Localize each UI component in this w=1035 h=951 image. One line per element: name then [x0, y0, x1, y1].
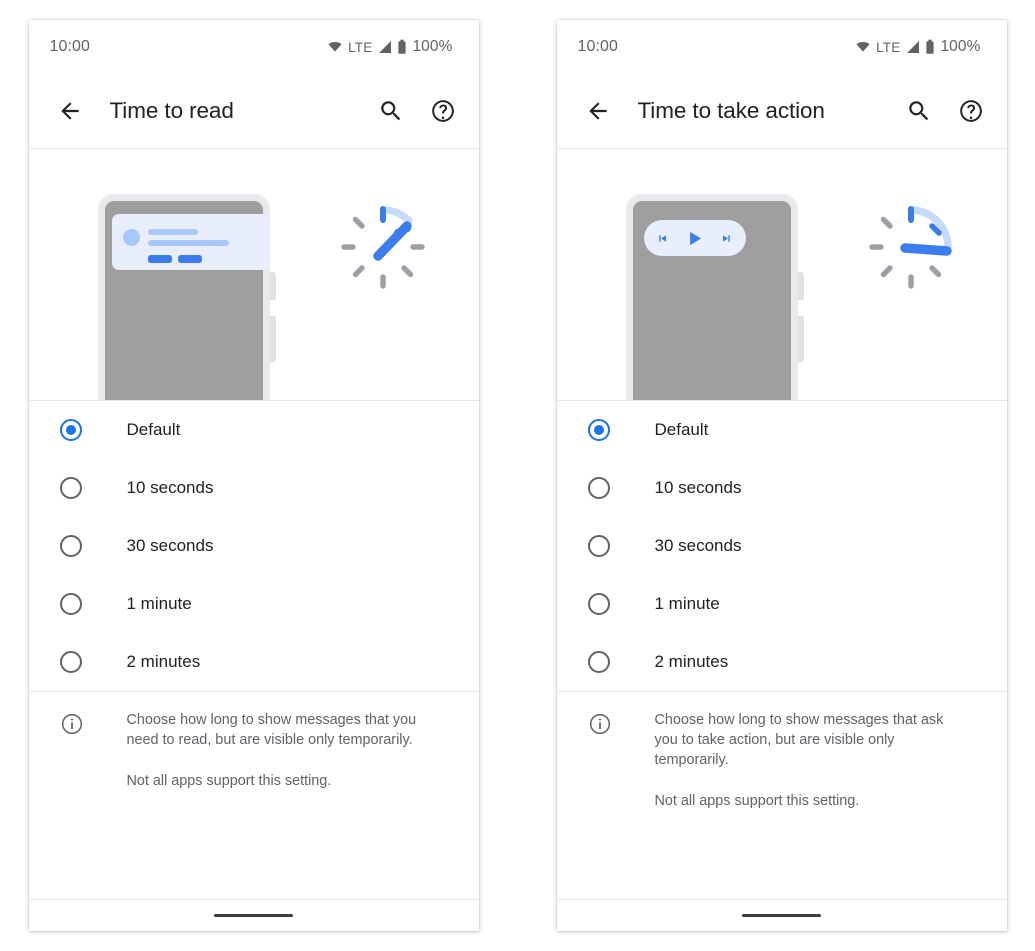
app-bar-actions: [905, 97, 985, 125]
notification-card-mockup: [111, 214, 270, 270]
option-row[interactable]: 2 minutes: [29, 633, 479, 691]
phone-mockup: [625, 194, 806, 400]
info-icon: [60, 712, 84, 899]
app-bar: Time to read: [28, 74, 479, 149]
skip-previous-icon: [656, 232, 669, 245]
radio-button[interactable]: [59, 419, 82, 441]
note-paragraph-secondary: Not all apps support this setting.: [654, 792, 860, 809]
option-row[interactable]: 10 seconds: [29, 459, 479, 517]
note-paragraph-primary: Choose how long to show messages that yo…: [126, 712, 417, 748]
wifi-icon: [327, 39, 343, 55]
app-bar: Time to take action: [556, 74, 1007, 149]
radio-button[interactable]: [59, 651, 82, 673]
radio-button[interactable]: [587, 651, 610, 673]
option-row[interactable]: 30 seconds: [29, 517, 479, 575]
option-label: 1 minute: [654, 594, 720, 613]
radio-button[interactable]: [587, 535, 610, 557]
option-label: Default: [126, 420, 181, 439]
arrow-back-icon[interactable]: [47, 88, 93, 134]
network-type-label: LTE: [348, 39, 373, 55]
option-row[interactable]: 1 minute: [29, 575, 479, 633]
option-row[interactable]: 2 minutes: [557, 633, 1007, 691]
status-bar: 10:00 LTE 100%: [557, 20, 1007, 74]
option-row[interactable]: 30 seconds: [557, 517, 1007, 575]
status-bar-clock: 10:00: [577, 38, 619, 55]
status-bar-clock: 10:00: [49, 38, 91, 55]
info-icon: [588, 712, 612, 899]
home-gesture-handle[interactable]: [214, 914, 293, 917]
wifi-icon: [855, 39, 871, 55]
search-icon[interactable]: [905, 97, 933, 125]
signal-bars-icon: [905, 40, 920, 54]
placeholder-action-button: [177, 255, 202, 263]
option-label: 10 seconds: [126, 478, 214, 497]
option-row[interactable]: 1 minute: [557, 575, 1007, 633]
battery-percent-label: 100%: [940, 38, 981, 55]
placeholder-text-line: [147, 229, 198, 235]
option-row[interactable]: 10 seconds: [557, 459, 1007, 517]
home-gesture-handle[interactable]: [742, 914, 821, 917]
battery-full-icon: [397, 39, 407, 55]
description-note: Choose how long to show messages that yo…: [28, 691, 479, 899]
media-controls-mockup: [643, 220, 746, 256]
options-list: Default 10 seconds 30 seconds 1 minute 2…: [28, 401, 479, 691]
page-title: Time to read: [109, 98, 234, 123]
page-title: Time to take action: [637, 98, 825, 123]
timer-clock-icon: [335, 199, 431, 295]
illustration-area: [28, 149, 479, 401]
option-row[interactable]: Default: [29, 401, 479, 459]
illustration-area: [556, 149, 1007, 401]
phone-side-button: [269, 272, 276, 300]
help-circle-icon[interactable]: [957, 97, 985, 125]
radio-button[interactable]: [587, 593, 610, 615]
option-label: 30 seconds: [654, 536, 742, 555]
option-label: 1 minute: [126, 594, 192, 613]
note-paragraph-secondary: Not all apps support this setting.: [126, 772, 332, 789]
placeholder-text-line: [147, 240, 229, 246]
phone-side-button: [797, 272, 804, 300]
option-label: 30 seconds: [126, 536, 214, 555]
timer-clock-icon: [863, 199, 959, 295]
battery-percent-label: 100%: [412, 38, 453, 55]
note-paragraph-primary: Choose how long to show messages that as…: [654, 712, 944, 768]
phone-mockup: [97, 194, 278, 400]
help-circle-icon[interactable]: [429, 97, 457, 125]
skip-next-icon: [720, 232, 733, 245]
status-bar: 10:00 LTE 100%: [29, 20, 479, 74]
status-bar-indicators: LTE 100%: [855, 38, 980, 56]
option-label: Default: [654, 420, 709, 439]
placeholder-action-button: [147, 255, 172, 263]
status-bar-indicators: LTE 100%: [327, 38, 452, 56]
description-note: Choose how long to show messages that as…: [556, 691, 1007, 899]
radio-button[interactable]: [59, 535, 82, 557]
network-type-label: LTE: [876, 39, 901, 55]
system-navigation-bar: [28, 899, 479, 931]
radio-button[interactable]: [59, 477, 82, 499]
option-label: 10 seconds: [654, 478, 742, 497]
radio-button[interactable]: [587, 477, 610, 499]
phone-volume-button: [797, 316, 804, 362]
arrow-back-icon[interactable]: [575, 88, 621, 134]
app-bar-actions: [377, 97, 457, 125]
system-navigation-bar: [556, 899, 1007, 931]
radio-button[interactable]: [587, 419, 610, 441]
phone-screen-time-to-read: 10:00 LTE 100% Time to read Default 10 s…: [28, 20, 479, 931]
search-icon[interactable]: [377, 97, 405, 125]
signal-bars-icon: [377, 40, 392, 54]
option-label: 2 minutes: [654, 652, 729, 671]
phone-screen-time-to-take-action: 10:00 LTE 100% Time to take action Defau…: [556, 20, 1007, 931]
avatar: [122, 229, 140, 246]
radio-button[interactable]: [59, 593, 82, 615]
phone-volume-button: [269, 316, 276, 362]
option-row[interactable]: Default: [557, 401, 1007, 459]
play-icon: [684, 228, 705, 249]
screenshot-root: 10:00 LTE 100% Time to read Default 10 s…: [0, 0, 1035, 951]
battery-full-icon: [925, 39, 935, 55]
option-label: 2 minutes: [126, 652, 201, 671]
options-list: Default 10 seconds 30 seconds 1 minute 2…: [556, 401, 1007, 691]
